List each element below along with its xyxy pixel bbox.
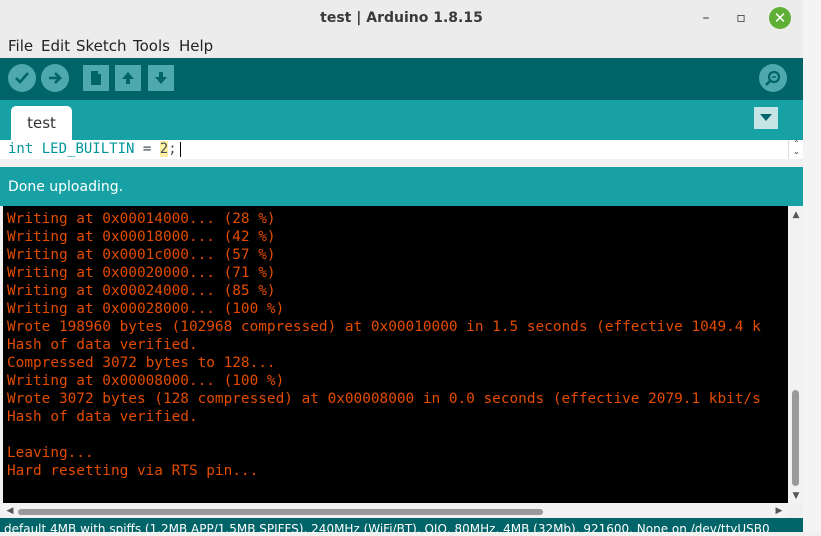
console-line: Hash of data verified. bbox=[7, 337, 198, 353]
scroll-down-icon[interactable]: ▼ bbox=[790, 490, 802, 502]
tab-strip bbox=[0, 100, 803, 140]
upload-icon bbox=[49, 72, 62, 84]
vertical-scroll-thumb[interactable] bbox=[792, 390, 799, 486]
text-caret bbox=[180, 142, 181, 157]
console-line: Writing at 0x00024000... (85 %) bbox=[7, 283, 276, 299]
code-number: 2 bbox=[159, 141, 169, 157]
console-line: Writing at 0x00018000... (42 %) bbox=[7, 229, 276, 245]
console-line: Compressed 3072 bytes to 128... bbox=[7, 355, 276, 371]
minimize-button[interactable]: – bbox=[695, 7, 717, 29]
tab-test[interactable]: test bbox=[11, 106, 72, 140]
editor-scrollbar[interactable]: ⌃ ⌄ bbox=[788, 140, 804, 159]
tab-menu-button[interactable] bbox=[754, 107, 778, 129]
save-button[interactable] bbox=[148, 65, 174, 91]
console-line: Hard resetting via RTS pin... bbox=[7, 463, 259, 479]
console-line: Wrote 3072 bytes (128 compressed) at 0x0… bbox=[7, 391, 761, 407]
verify-icon bbox=[15, 72, 29, 84]
save-icon bbox=[155, 72, 167, 84]
code-identifier: LED_BUILTIN bbox=[41, 141, 135, 157]
console-line: Leaving... bbox=[7, 445, 94, 461]
console-line: Writing at 0x00014000... (28 %) bbox=[7, 211, 276, 227]
console-line: Writing at 0x00020000... (71 %) bbox=[7, 265, 276, 281]
scroll-left-icon[interactable]: ◀ bbox=[4, 505, 16, 517]
scroll-up-icon[interactable]: ▲ bbox=[790, 209, 802, 221]
restore-button[interactable]: ▫ bbox=[730, 7, 752, 29]
code-line[interactable]: int LED_BUILTIN = 2; bbox=[8, 140, 177, 159]
serial-monitor-icon bbox=[765, 70, 781, 86]
pane-divider[interactable] bbox=[0, 159, 803, 167]
console-lines: Writing at 0x00014000... (28 %) Writing a… bbox=[7, 210, 761, 480]
status-message: Done uploading. bbox=[8, 179, 124, 195]
code-terminator: ; bbox=[168, 141, 177, 157]
serial-monitor-button[interactable] bbox=[759, 64, 787, 92]
menu-tools[interactable]: Tools bbox=[133, 36, 170, 58]
verify-button[interactable] bbox=[8, 64, 36, 92]
code-keyword: int bbox=[8, 141, 34, 157]
close-button[interactable]: ✕ bbox=[769, 7, 791, 29]
console-output[interactable]: Writing at 0x00014000... (28 %) Writing a… bbox=[3, 206, 788, 503]
console-line: Writing at 0x0001c000... (57 %) bbox=[7, 247, 276, 263]
menu-sketch[interactable]: Sketch bbox=[76, 36, 127, 58]
menu-help[interactable]: Help bbox=[179, 36, 213, 58]
console-line: Wrote 198960 bytes (102968 compressed) a… bbox=[7, 319, 761, 335]
scroll-down-icon[interactable]: ⌄ bbox=[789, 148, 804, 156]
open-button[interactable] bbox=[115, 65, 141, 91]
scroll-right-icon[interactable]: ▶ bbox=[773, 505, 785, 517]
open-icon bbox=[122, 72, 134, 84]
new-button[interactable] bbox=[83, 65, 109, 91]
window-title: test | Arduino 1.8.15 bbox=[320, 10, 483, 26]
code-operator: = bbox=[142, 141, 152, 157]
window-edge bbox=[803, 0, 821, 532]
menu-edit[interactable]: Edit bbox=[41, 36, 70, 58]
horizontal-scroll-thumb[interactable] bbox=[18, 509, 543, 515]
chevron-down-icon bbox=[760, 114, 772, 121]
new-icon bbox=[91, 71, 101, 85]
console-line: Writing at 0x00008000... (100 %) bbox=[7, 373, 285, 389]
console-line: Writing at 0x00028000... (100 %) bbox=[7, 301, 285, 317]
upload-button[interactable] bbox=[41, 64, 69, 92]
console-line: Hash of data verified. bbox=[7, 409, 198, 425]
board-info-text: default 4MB with spiffs (1.2MB APP/1.5MB… bbox=[4, 522, 770, 536]
menu-file[interactable]: File bbox=[8, 36, 33, 58]
